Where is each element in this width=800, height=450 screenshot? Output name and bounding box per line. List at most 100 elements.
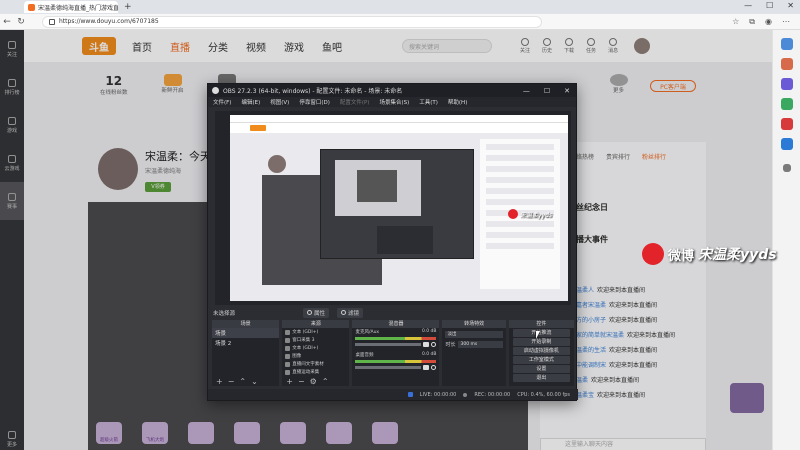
tab-vip-rank[interactable]: 贵宾排行 <box>606 152 630 161</box>
maximize-icon[interactable]: ☐ <box>766 1 773 10</box>
new-tab-button[interactable]: + <box>124 2 132 12</box>
coupon-badge[interactable]: V领券 <box>145 182 171 192</box>
nav-game[interactable]: 游戏 <box>284 39 304 54</box>
duration-input[interactable]: 300 ms <box>458 341 503 348</box>
left-nav-item[interactable]: 云游戏 <box>0 144 24 182</box>
add-icon[interactable]: + <box>286 377 293 386</box>
menu-view[interactable]: 视图(V) <box>270 98 289 106</box>
transition-select[interactable]: 淡出 <box>445 331 503 338</box>
gear-icon[interactable] <box>431 365 437 370</box>
remove-icon[interactable]: − <box>298 377 305 386</box>
scene-item[interactable]: 场景 2 <box>212 338 279 348</box>
exit-button[interactable]: 退出 <box>512 374 570 382</box>
gift-item[interactable] <box>280 422 306 444</box>
menu-help[interactable]: 帮助(H) <box>448 98 467 106</box>
gift-item[interactable]: 飞机大炮 <box>142 422 168 444</box>
gift-item[interactable] <box>234 422 260 444</box>
header-task[interactable]: 任务 <box>586 38 596 54</box>
streamer-avatar[interactable] <box>98 148 138 190</box>
header-download[interactable]: 下载 <box>564 38 574 54</box>
properties-button[interactable]: 属性 <box>303 307 330 318</box>
source-item[interactable]: 文本 (GDI+) <box>282 344 349 352</box>
menu-edit[interactable]: 编辑(E) <box>241 98 260 106</box>
filters-button[interactable]: 滤镜 <box>337 307 364 318</box>
outlook-icon[interactable] <box>780 138 793 150</box>
stat-more[interactable]: 更多 <box>609 74 628 96</box>
obs-minimize-icon[interactable]: — <box>523 87 530 95</box>
remove-icon[interactable]: − <box>228 377 235 386</box>
tab-fans-rank[interactable]: 粉丝排行 <box>642 152 666 161</box>
browser-tab[interactable]: 宋温柔德纯海直播_热门游戏直播 ✕ <box>24 1 118 13</box>
left-nav-item[interactable]: 更多 <box>0 420 24 450</box>
douyu-logo[interactable]: 斗鱼 <box>82 37 116 55</box>
user-avatar[interactable] <box>634 38 651 54</box>
header-message[interactable]: 消息 <box>608 38 618 54</box>
collections-icon[interactable]: ⧉ <box>749 17 755 27</box>
studio-mode-button[interactable]: 工作室模式 <box>512 356 570 364</box>
nav-video[interactable]: 视频 <box>246 39 266 54</box>
left-nav-item[interactable]: 游戏 <box>0 106 24 144</box>
speaker-icon[interactable] <box>423 365 430 370</box>
source-item[interactable]: 文本 (GDI+) <box>282 328 349 336</box>
nav-category[interactable]: 分类 <box>208 39 228 54</box>
obs-maximize-icon[interactable]: ☐ <box>544 87 550 95</box>
stat-new[interactable]: 新鲜开启 <box>162 74 184 96</box>
virtual-camera-button[interactable]: 启动虚拟摄像机 <box>512 347 570 355</box>
add-icon[interactable] <box>782 164 791 172</box>
refresh-icon[interactable]: ↻ <box>14 17 28 27</box>
favorites-icon[interactable]: ☆ <box>732 17 739 27</box>
menu-file[interactable]: 文件(F) <box>213 98 231 106</box>
left-nav-item[interactable]: 关注 <box>0 30 24 68</box>
minimize-icon[interactable]: — <box>744 1 752 10</box>
left-nav-item[interactable]: 排行榜 <box>0 68 24 106</box>
scene-item[interactable]: 场景 <box>212 328 280 338</box>
gift-item[interactable] <box>188 422 214 444</box>
volume-slider[interactable] <box>355 366 422 369</box>
gift-item[interactable] <box>372 422 398 444</box>
chat-user[interactable]: 大家的简单就宋温柔 <box>570 330 624 339</box>
start-recording-button[interactable]: 开始录制 <box>512 338 570 346</box>
obs-preview[interactable]: 宋温柔yyds <box>215 111 571 305</box>
streamer-name[interactable]: 宋温柔德纯海 <box>145 166 181 175</box>
shopping-icon[interactable] <box>780 58 793 70</box>
office-icon[interactable] <box>780 118 793 130</box>
back-icon[interactable]: ← <box>0 17 14 27</box>
left-nav-item[interactable]: 赛事 <box>0 182 24 220</box>
move-up-icon[interactable]: ⌃ <box>239 377 246 386</box>
source-item[interactable]: 图像 <box>282 352 349 360</box>
add-icon[interactable]: + <box>216 377 223 386</box>
source-item[interactable]: 直播运动采集 <box>282 368 349 376</box>
volume-slider[interactable] <box>355 343 422 346</box>
gift-item[interactable] <box>326 422 352 444</box>
menu-docks[interactable]: 停靠窗口(D) <box>299 98 330 106</box>
settings-button[interactable]: 设置 <box>512 365 570 373</box>
nav-home[interactable]: 首页 <box>132 39 152 54</box>
source-item[interactable]: 直播间文字素材 <box>282 360 349 368</box>
pc-client-button[interactable]: PC客户端 <box>650 80 696 92</box>
move-up-icon[interactable]: ⌃ <box>322 377 329 386</box>
url-field[interactable]: https://www.douyu.com/6707185 <box>42 15 542 28</box>
menu-profile[interactable]: 配置文件(P) <box>340 98 370 106</box>
nav-yuba[interactable]: 鱼吧 <box>322 39 342 54</box>
header-history[interactable]: 历史 <box>542 38 552 54</box>
menu-scene-collection[interactable]: 场景集合(S) <box>379 98 409 106</box>
more-icon[interactable]: ⋯ <box>782 17 790 27</box>
close-icon[interactable]: ✕ <box>787 1 794 10</box>
menu-tools[interactable]: 工具(T) <box>419 98 438 106</box>
site-search-input[interactable]: 搜索关键词 <box>402 39 492 53</box>
gift-item[interactable]: 超级火箭 <box>96 422 122 444</box>
mascot-icon[interactable] <box>730 383 764 413</box>
profile-icon[interactable]: ◉ <box>765 17 772 27</box>
start-streaming-button[interactable]: 开始推流 <box>512 329 570 337</box>
move-down-icon[interactable]: ⌄ <box>251 377 258 386</box>
obs-close-icon[interactable]: ✕ <box>564 87 570 95</box>
tools-icon[interactable] <box>780 78 793 90</box>
nav-live[interactable]: 直播 <box>170 39 190 54</box>
search-icon[interactable] <box>780 38 793 50</box>
source-item[interactable]: 窗口采集 3 <box>282 336 349 344</box>
header-follow[interactable]: 关注 <box>520 38 530 54</box>
games-icon[interactable] <box>780 98 793 110</box>
speaker-icon[interactable] <box>423 342 430 347</box>
chat-input[interactable]: 这里输入聊天内容 <box>540 438 706 450</box>
gear-icon[interactable]: ⚙ <box>310 377 317 386</box>
